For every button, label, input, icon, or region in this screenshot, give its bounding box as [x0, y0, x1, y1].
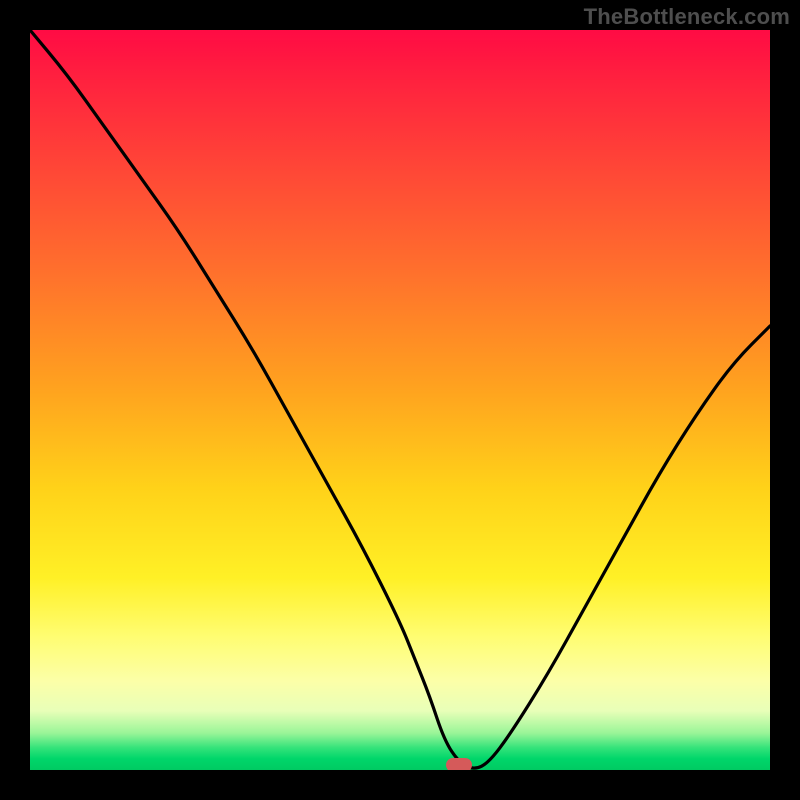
watermark-text: TheBottleneck.com	[584, 4, 790, 30]
bottleneck-curve	[30, 30, 770, 770]
optimal-point-marker	[446, 758, 472, 770]
chart-frame: TheBottleneck.com	[0, 0, 800, 800]
plot-area	[30, 30, 770, 770]
